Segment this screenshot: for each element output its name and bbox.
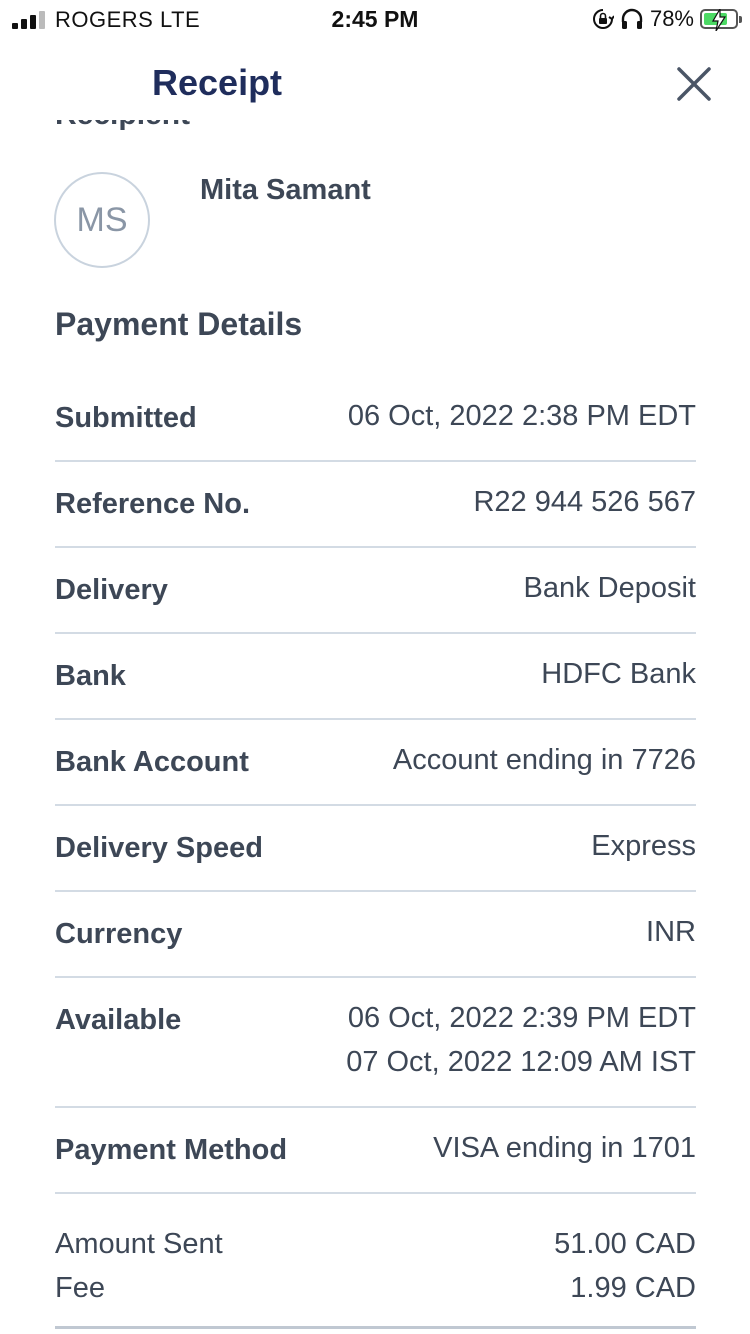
charging-bolt-icon	[712, 9, 726, 31]
amount-label: Fee	[55, 1272, 105, 1304]
headphones-icon	[620, 8, 644, 30]
detail-value: HDFC Bank	[541, 658, 696, 690]
avatar: MS	[54, 172, 150, 268]
battery-icon	[700, 9, 742, 31]
detail-label: Submitted	[55, 402, 197, 434]
payment-details-title: Payment Details	[55, 306, 303, 342]
detail-label: Bank	[55, 660, 126, 692]
detail-value: VISA ending in 1701	[433, 1132, 696, 1164]
amount-row-fee: Fee 1.99 CAD	[55, 1266, 696, 1310]
status-indicators: 78%	[592, 6, 742, 32]
detail-row-bank-account: Bank Account Account ending in 7726	[55, 720, 696, 806]
detail-value: Account ending in 7726	[392, 744, 696, 776]
close-button[interactable]	[672, 62, 716, 106]
detail-row-currency: Currency INR	[55, 892, 696, 978]
detail-value: R22 944 526 567	[473, 486, 696, 518]
detail-row-submitted: Submitted 06 Oct, 2022 2:38 PM EDT	[55, 376, 696, 462]
available-ist: 07 Oct, 2022 12:09 AM IST	[346, 1046, 696, 1078]
detail-row-available: Available 06 Oct, 2022 2:39 PM EDT 07 Oc…	[55, 978, 696, 1108]
amount-summary: Amount Sent 51.00 CAD Fee 1.99 CAD	[55, 1194, 696, 1329]
detail-label: Payment Method	[55, 1134, 288, 1166]
close-icon[interactable]	[672, 62, 716, 106]
detail-row-delivery: Delivery Bank Deposit	[55, 548, 696, 634]
detail-label: Currency	[55, 918, 183, 950]
available-edt: 06 Oct, 2022 2:39 PM EDT	[347, 1002, 696, 1034]
orientation-lock-icon	[592, 8, 614, 30]
detail-value: 06 Oct, 2022 2:39 PM EDT 07 Oct, 2022 12…	[346, 996, 696, 1084]
amount-label: Amount Sent	[55, 1228, 223, 1260]
detail-row-reference: Reference No. R22 944 526 567	[55, 462, 696, 548]
recipient-name: Mita Samant	[200, 174, 371, 206]
detail-label: Bank Account	[55, 746, 249, 778]
detail-row-payment-method: Payment Method VISA ending in 1701	[55, 1108, 696, 1194]
payment-details-list: Submitted 06 Oct, 2022 2:38 PM EDT Refer…	[55, 376, 696, 1329]
amount-value: 1.99 CAD	[570, 1272, 696, 1304]
page-title: Receipt	[152, 62, 283, 103]
avatar-initials: MS	[76, 200, 128, 239]
amount-value: 51.00 CAD	[554, 1228, 696, 1260]
detail-label: Available	[55, 1004, 182, 1036]
detail-value: Express	[591, 830, 696, 862]
detail-value: Bank Deposit	[523, 572, 697, 604]
status-bar: ROGERS LTE 2:45 PM 78%	[0, 0, 750, 40]
detail-row-bank: Bank HDFC Bank	[55, 634, 696, 720]
detail-label: Delivery Speed	[55, 832, 263, 864]
detail-label: Reference No.	[55, 488, 251, 520]
header-bar	[0, 40, 750, 120]
amount-row-sent: Amount Sent 51.00 CAD	[55, 1222, 696, 1266]
detail-row-delivery-speed: Delivery Speed Express	[55, 806, 696, 892]
detail-value: INR	[646, 916, 696, 948]
battery-percent: 78%	[649, 6, 694, 31]
detail-label: Delivery	[55, 574, 168, 606]
detail-value: 06 Oct, 2022 2:38 PM EDT	[347, 400, 696, 432]
